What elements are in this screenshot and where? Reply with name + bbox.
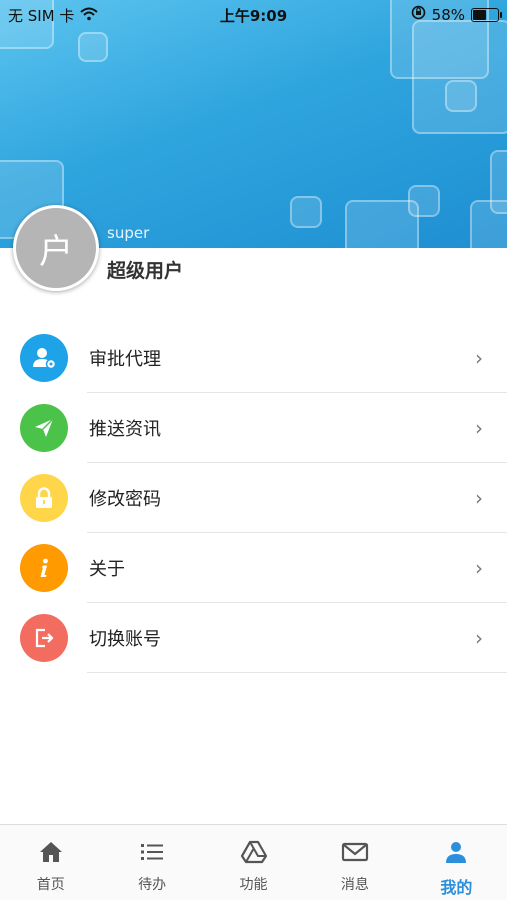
menu-item-approval-proxy[interactable]: 审批代理 › bbox=[0, 323, 507, 393]
home-icon bbox=[38, 840, 64, 868]
decor-square bbox=[470, 200, 507, 248]
tab-home[interactable]: 首页 bbox=[0, 825, 101, 900]
user-role: 超级用户 bbox=[107, 260, 184, 282]
decor-square bbox=[412, 20, 507, 134]
menu-item-change-password[interactable]: 修改密码 › bbox=[0, 463, 507, 533]
info-icon bbox=[20, 544, 68, 592]
battery-percent: 58% bbox=[431, 5, 465, 24]
chevron-right-icon: › bbox=[475, 486, 483, 510]
chevron-right-icon: › bbox=[475, 416, 483, 440]
battery-icon bbox=[471, 7, 502, 22]
chevron-right-icon: › bbox=[475, 346, 483, 370]
decor-square bbox=[78, 32, 108, 62]
user-proxy-icon bbox=[20, 334, 68, 382]
drive-icon bbox=[240, 840, 268, 868]
tab-bar: 首页 待办 功能 消息 我的 bbox=[0, 824, 507, 900]
send-icon bbox=[20, 404, 68, 452]
tab-todo[interactable]: 待办 bbox=[101, 825, 202, 900]
tab-label: 功能 bbox=[239, 877, 268, 893]
avatar[interactable]: 户 bbox=[13, 205, 99, 291]
menu-item-label: 审批代理 bbox=[89, 349, 161, 370]
chevron-right-icon: › bbox=[475, 556, 483, 580]
logout-icon bbox=[20, 614, 68, 662]
tab-functions[interactable]: 功能 bbox=[203, 825, 304, 900]
avatar-initial: 户 bbox=[39, 231, 73, 272]
menu-item-about[interactable]: 关于 › bbox=[0, 533, 507, 603]
chevron-right-icon: › bbox=[475, 626, 483, 650]
mail-icon bbox=[341, 840, 369, 868]
menu-item-push-news[interactable]: 推送资讯 › bbox=[0, 393, 507, 463]
menu-item-label: 推送资讯 bbox=[89, 419, 161, 440]
username: super bbox=[107, 224, 150, 242]
orientation-lock-icon bbox=[411, 5, 426, 24]
tab-label: 我的 bbox=[440, 878, 473, 897]
menu-item-label: 切换账号 bbox=[89, 629, 161, 650]
menu-item-switch-account[interactable]: 切换账号 › bbox=[0, 603, 507, 673]
list-icon bbox=[139, 840, 165, 868]
lock-icon bbox=[20, 474, 68, 522]
tab-label: 消息 bbox=[340, 877, 369, 893]
menu-item-label: 修改密码 bbox=[89, 489, 161, 510]
status-bar: 无 SIM 卡 上午9:09 58% bbox=[0, 0, 507, 28]
decor-square bbox=[408, 185, 440, 217]
tab-label: 首页 bbox=[36, 877, 65, 893]
decor-square bbox=[445, 80, 477, 112]
menu-item-label: 关于 bbox=[89, 559, 125, 580]
tab-label: 待办 bbox=[138, 877, 167, 893]
decor-square bbox=[290, 196, 322, 228]
person-icon bbox=[443, 840, 469, 868]
tab-mine[interactable]: 我的 bbox=[406, 825, 507, 900]
settings-menu: 审批代理 › 推送资讯 › 修改密码 › 关于 › 切换账号 › bbox=[0, 323, 507, 673]
tab-messages[interactable]: 消息 bbox=[304, 825, 405, 900]
